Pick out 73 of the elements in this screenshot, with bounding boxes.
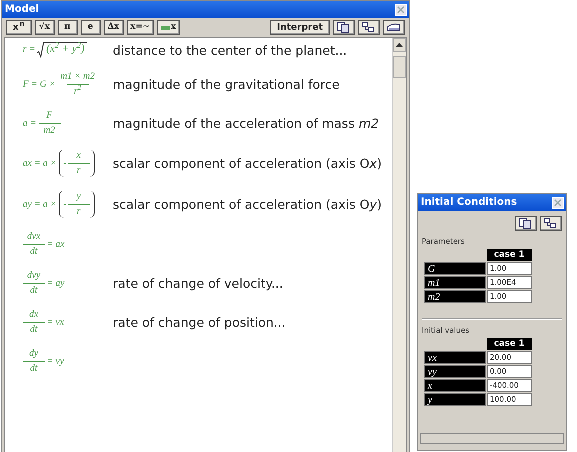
window-link-icon (544, 218, 558, 229)
variable-name: vy (424, 365, 486, 378)
formula-text: = ax (47, 240, 65, 250)
toolbar-button[interactable]: x (156, 20, 180, 35)
printer-icon (387, 22, 401, 33)
description-text: scalar component of acceleration (axis Ox) (113, 156, 382, 171)
scroll-up-button[interactable] (393, 38, 406, 52)
numerator: dy (28, 349, 40, 361)
formula-text: = vx (47, 318, 64, 328)
formula-text: - (64, 200, 67, 210)
denominator: dt (23, 361, 45, 374)
numerator: F (46, 111, 54, 123)
toolbar-button[interactable]: √x (34, 20, 55, 35)
formula-text: a = (23, 118, 37, 128)
close-button[interactable] (395, 4, 407, 16)
description-text: magnitude of the acceleration of mass m2 (113, 116, 380, 131)
formula-text: r = (23, 45, 36, 55)
variable-name: vx (424, 351, 486, 364)
toolbar-button[interactable]: Interpret (270, 20, 330, 35)
variable-name: m2 (424, 290, 486, 303)
description-text: magnitude of the gravitational force (113, 77, 340, 92)
denominator: m2 (38, 123, 61, 136)
copy-icon (519, 218, 533, 229)
toolbar-button[interactable]: Δx (104, 20, 124, 35)
variable-name: y (424, 393, 486, 406)
formula-text: F = G × (23, 80, 56, 90)
scroll-thumb[interactable] (393, 56, 406, 78)
toolbar-button[interactable]: π (58, 20, 78, 35)
window-link-icon (362, 22, 376, 33)
description-text: scalar component of acceleration (axis Oy) (113, 197, 382, 212)
horizontal-scrollbar[interactable] (420, 433, 564, 444)
denominator: r$^{2}$ (66, 84, 89, 97)
formula-text: = ay (47, 278, 65, 288)
variable-name: m1 (424, 276, 486, 289)
toolbar-glyph-icon (160, 23, 170, 32)
window-link-button[interactable] (358, 20, 380, 35)
copy-button[interactable] (515, 216, 537, 231)
numerator: dvy (26, 271, 42, 283)
denominator: dt (23, 322, 45, 335)
denominator: r (68, 204, 90, 217)
copy-button[interactable] (333, 20, 355, 35)
window-title: Initial Conditions (421, 197, 518, 208)
variable-name: G (424, 262, 486, 275)
denominator: dt (23, 244, 45, 257)
toolbar-button[interactable]: x$^{n}$ (6, 20, 32, 35)
window-title: Model (5, 4, 40, 15)
numerator: dvx (26, 232, 42, 244)
toolbar-button[interactable]: e (80, 20, 101, 35)
variable-name: x (424, 379, 486, 392)
up-arrow-icon (396, 42, 403, 48)
column-header: case 1 (487, 338, 532, 350)
printer-button[interactable] (383, 20, 405, 35)
description-text: rate of change of velocity... (113, 276, 284, 291)
formula-text: ay = a × (23, 200, 57, 210)
denominator: r (68, 163, 90, 176)
denominator: dt (23, 283, 45, 296)
numerator: y (75, 192, 82, 204)
column-header: case 1 (487, 249, 532, 261)
toolbar-button[interactable]: x=∼ (126, 20, 154, 35)
radicand: (x$^{2}$ + y$^{2}$) (44, 42, 87, 58)
formula-text: ax = a × (23, 158, 57, 168)
close-button[interactable] (552, 196, 564, 208)
window-link-button[interactable] (540, 216, 562, 231)
numerator: x (76, 151, 82, 163)
formula-text: = vy (47, 356, 64, 366)
description-text: rate of change of position... (113, 315, 286, 330)
numerator: dx (28, 310, 40, 322)
formula-text: - (64, 158, 67, 168)
numerator: m1 × m2 (60, 72, 96, 84)
scrollbar[interactable] (392, 38, 406, 452)
description-text: distance to the center of the planet... (113, 42, 348, 58)
radical-sign (37, 42, 44, 58)
copy-icon (337, 22, 351, 33)
